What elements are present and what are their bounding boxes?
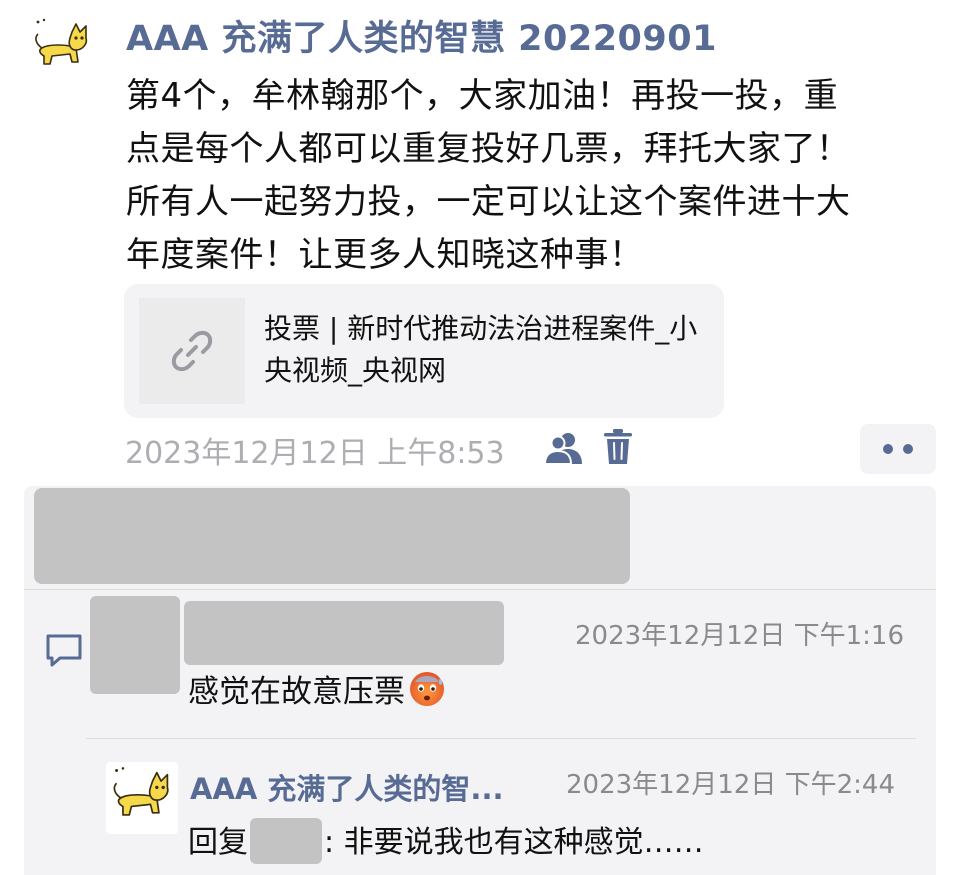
cat-icon [28, 14, 96, 82]
reply-target-redacted[interactable] [250, 818, 322, 864]
reply-text[interactable]: 回复 : 非要说我也有这种感觉…… [188, 818, 704, 865]
more-options-button[interactable] [860, 424, 936, 474]
comment-text[interactable]: 感觉在故意压票 [188, 668, 447, 714]
post-author-avatar[interactable] [28, 14, 96, 82]
shared-link-card[interactable]: 投票 | 新时代推动法治进程案件_小央视频_央视网 [124, 284, 724, 418]
cold-sweat-face-emoji [410, 672, 444, 706]
link-icon [171, 330, 213, 372]
comment-timestamp: 2023年12月12日 下午1:16 [575, 621, 904, 651]
post-author-name[interactable]: AAA 充满了人类的智慧 20220901 [126, 10, 717, 61]
reply-content: : 非要说我也有这种感觉…… [324, 825, 704, 860]
reply-author-name[interactable]: AAA 充满了人类的智... [190, 766, 503, 808]
comment-text-content: 感觉在故意压票 [188, 674, 405, 710]
reply-prefix: 回复 [188, 825, 248, 860]
divider [86, 738, 916, 739]
comment-author-avatar-redacted[interactable] [90, 596, 180, 694]
likes-list-redacted [34, 488, 630, 584]
cat-icon [106, 762, 178, 834]
reply-author-avatar[interactable] [106, 762, 178, 834]
reply-timestamp: 2023年12月12日 下午2:44 [566, 770, 895, 800]
more-dots-icon [903, 444, 913, 454]
comment-author-name-redacted[interactable] [184, 601, 504, 665]
trash-icon[interactable] [602, 428, 634, 466]
more-dots-icon [883, 444, 893, 454]
post-timestamp: 2023年12月12日 上午8:53 [125, 436, 505, 471]
comment-icon [46, 634, 82, 667]
contacts-icon[interactable] [544, 430, 584, 466]
divider [24, 589, 936, 590]
post-body-text: 第4个，牟林翰那个，大家加油！再投一投，重 点是每个人都可以重复投好几票，拜托大… [126, 76, 851, 275]
link-title: 投票 | 新时代推动法治进程案件_小央视频_央视网 [264, 312, 698, 387]
link-thumbnail [139, 298, 245, 404]
